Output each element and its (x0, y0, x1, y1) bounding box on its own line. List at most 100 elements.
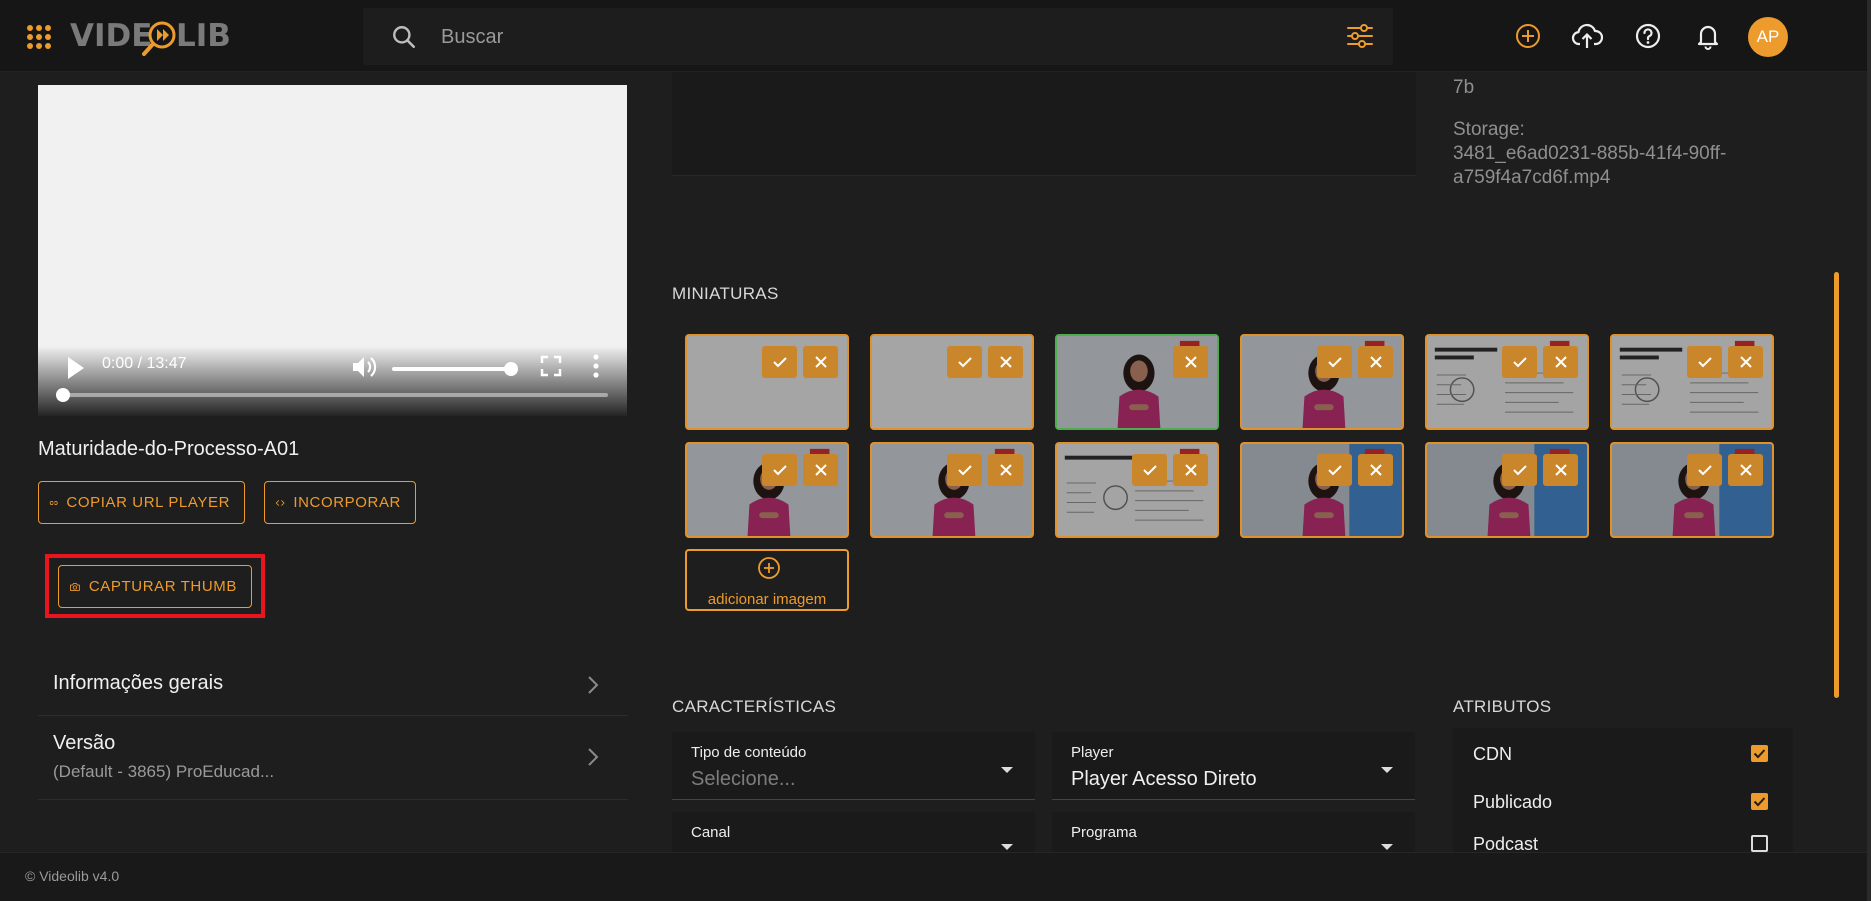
remove-thumb-button[interactable] (803, 454, 838, 486)
video-progress-knob[interactable] (56, 388, 70, 402)
search-input[interactable] (441, 20, 1221, 54)
more-vertical-icon[interactable] (591, 351, 601, 381)
volume-knob[interactable] (504, 362, 518, 376)
approve-thumb-button[interactable] (1132, 454, 1167, 486)
svg-text:LIB: LIB (176, 18, 230, 54)
capture-thumb-button[interactable]: CAPTURAR THUMB (58, 565, 252, 608)
approve-thumb-button[interactable] (947, 346, 982, 378)
video-title: Maturidade-do-Processo-A01 (38, 438, 300, 460)
add-image-button[interactable]: adicionar imagem (685, 549, 849, 611)
published-checkbox[interactable] (1751, 793, 1768, 810)
description-field[interactable] (672, 72, 1416, 176)
thumbnail-item[interactable] (685, 334, 849, 430)
attribute-cdn[interactable]: CDN (1473, 740, 1783, 770)
apps-grid-icon[interactable] (26, 24, 52, 50)
help-icon[interactable] (1632, 20, 1664, 52)
remove-thumb-button[interactable] (1728, 346, 1763, 378)
accordion-subtitle: (Default - 3865) ProEducad... (53, 762, 275, 781)
approve-thumb-button[interactable] (1502, 454, 1537, 486)
meta-id-tail: 7b (1453, 77, 1475, 98)
search-icon[interactable] (391, 24, 417, 50)
close-icon (814, 356, 827, 368)
storage-label: Storage: (1453, 119, 1525, 140)
embed-button[interactable]: INCORPORAR (264, 481, 416, 524)
accordion-item-general-info[interactable]: Informações gerais (38, 654, 628, 716)
attribute-label: CDN (1473, 744, 1512, 764)
search-bar (363, 8, 1393, 65)
check-icon (1142, 465, 1157, 476)
thumbnail-item[interactable] (1055, 334, 1219, 430)
add-image-label: adicionar imagem (707, 591, 827, 608)
remove-thumb-button[interactable] (1543, 454, 1578, 486)
remove-thumb-button[interactable] (1728, 454, 1763, 486)
thumbnail-item[interactable] (1425, 334, 1589, 430)
approve-thumb-button[interactable] (1317, 454, 1352, 486)
remove-thumb-button[interactable] (988, 346, 1023, 378)
dropdown-arrow-icon (1001, 844, 1013, 850)
remove-thumb-button[interactable] (1173, 346, 1208, 378)
thumbnail-item[interactable] (1610, 442, 1774, 538)
content-type-select[interactable]: Tipo de conteúdo Selecione... (672, 732, 1035, 800)
video-progress-bar[interactable] (60, 393, 608, 397)
remove-thumb-button[interactable] (1543, 346, 1578, 378)
check-icon (957, 357, 972, 368)
cdn-checkbox[interactable] (1751, 745, 1768, 762)
channel-select[interactable]: Canal (672, 812, 1035, 852)
program-select[interactable]: Programa (1052, 812, 1415, 852)
field-value: Selecione... (691, 768, 796, 790)
accordion-item-version[interactable]: Versão (Default - 3865) ProEducad... (38, 716, 628, 800)
remove-thumb-button[interactable] (988, 454, 1023, 486)
remove-thumb-button[interactable] (1358, 346, 1393, 378)
close-icon (1739, 464, 1752, 476)
check-icon (1327, 465, 1342, 476)
characteristics-title: CARACTERÍSTICAS (672, 697, 837, 716)
videolib-logo[interactable]: VIDE LIB (70, 14, 230, 58)
approve-thumb-button[interactable] (947, 454, 982, 486)
volume-slider[interactable] (392, 367, 510, 371)
approve-thumb-button[interactable] (1687, 346, 1722, 378)
thumbnail-item[interactable] (1240, 442, 1404, 538)
thumbnail-item[interactable] (685, 442, 849, 538)
approve-thumb-button[interactable] (762, 454, 797, 486)
attribute-podcast[interactable]: Podcast (1473, 834, 1783, 852)
approve-thumb-button[interactable] (1317, 346, 1352, 378)
check-icon (1327, 357, 1342, 368)
storage-path-line-2: a759f4a7cd6f.mp4 (1453, 167, 1611, 188)
bell-icon[interactable] (1692, 20, 1724, 52)
field-label: Player (1071, 744, 1114, 761)
thumbnail-item[interactable] (1610, 334, 1774, 430)
filter-sliders-icon[interactable] (1347, 24, 1373, 48)
thumbnail-item[interactable] (1240, 334, 1404, 430)
remove-thumb-button[interactable] (1173, 454, 1208, 486)
footer: © Videolib v4.0 (0, 852, 1871, 901)
user-avatar[interactable]: AP (1748, 17, 1788, 57)
checkmark-icon (1753, 749, 1766, 759)
page-scrollbar-thumb[interactable] (1834, 272, 1839, 698)
approve-thumb-button[interactable] (762, 346, 797, 378)
podcast-checkbox[interactable] (1751, 835, 1768, 852)
remove-thumb-button[interactable] (1358, 454, 1393, 486)
close-icon (1554, 464, 1567, 476)
dropdown-arrow-icon (1381, 844, 1393, 850)
approve-thumb-button[interactable] (1687, 454, 1722, 486)
fullscreen-icon[interactable] (538, 353, 564, 379)
attribute-label: Podcast (1473, 834, 1539, 852)
copy-player-url-button[interactable]: COPIAR URL PLAYER (38, 481, 245, 524)
thumbnail-item[interactable] (870, 442, 1034, 538)
attribute-published[interactable]: Publicado (1473, 788, 1783, 818)
thumbnail-item[interactable] (1055, 442, 1219, 538)
volume-icon[interactable] (350, 353, 378, 381)
video-player[interactable]: 0:00 / 13:47 (38, 85, 627, 416)
checkmark-icon (1753, 797, 1766, 807)
remove-thumb-button[interactable] (803, 346, 838, 378)
add-circle-icon[interactable] (1512, 20, 1544, 52)
cloud-upload-icon[interactable] (1571, 20, 1603, 52)
approve-thumb-button[interactable] (1502, 346, 1537, 378)
check-icon (1697, 465, 1712, 476)
check-icon (1697, 357, 1712, 368)
play-icon[interactable] (62, 353, 88, 383)
thumbnail-item[interactable] (870, 334, 1034, 430)
thumbnail-item[interactable] (1425, 442, 1589, 538)
player-select[interactable]: Player Player Acesso Direto (1052, 732, 1415, 800)
accordion-title: Versão (53, 732, 116, 754)
